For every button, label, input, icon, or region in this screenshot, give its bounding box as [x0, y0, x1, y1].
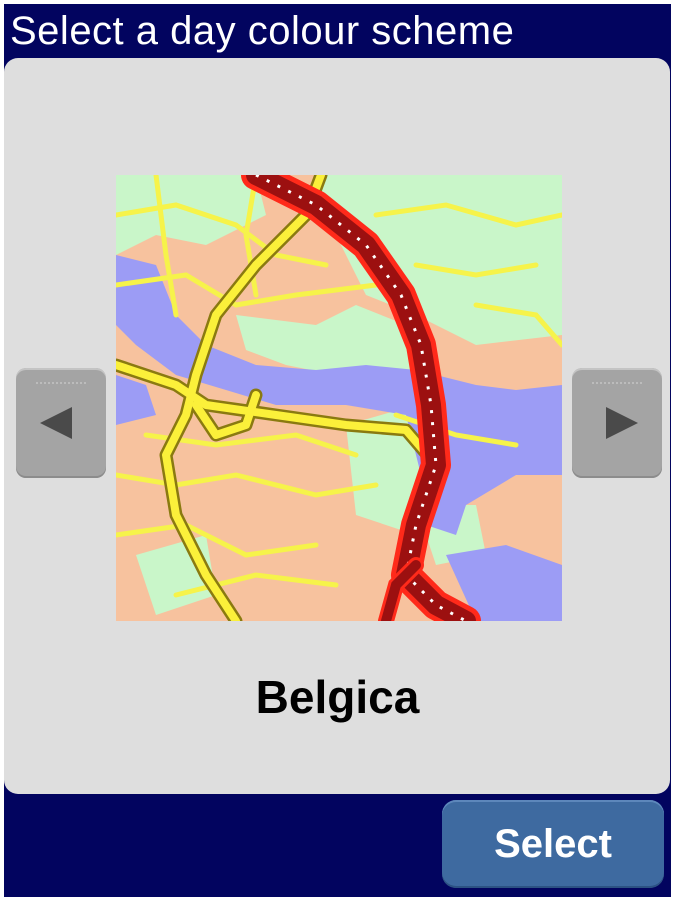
map-preview-image	[116, 175, 562, 621]
next-scheme-button[interactable]	[572, 368, 662, 478]
scheme-name-label: Belgica	[255, 671, 420, 723]
triangle-right-icon	[606, 407, 638, 439]
triangle-left-icon	[40, 407, 72, 439]
previous-scheme-button[interactable]	[16, 368, 106, 478]
button-grip	[592, 382, 642, 386]
button-grip	[36, 382, 86, 386]
select-button[interactable]: Select	[442, 800, 664, 888]
map-preview	[116, 175, 562, 621]
page-title: Select a day colour scheme	[10, 9, 515, 53]
screen: Select a day colour scheme Belgica Selec…	[0, 0, 675, 901]
